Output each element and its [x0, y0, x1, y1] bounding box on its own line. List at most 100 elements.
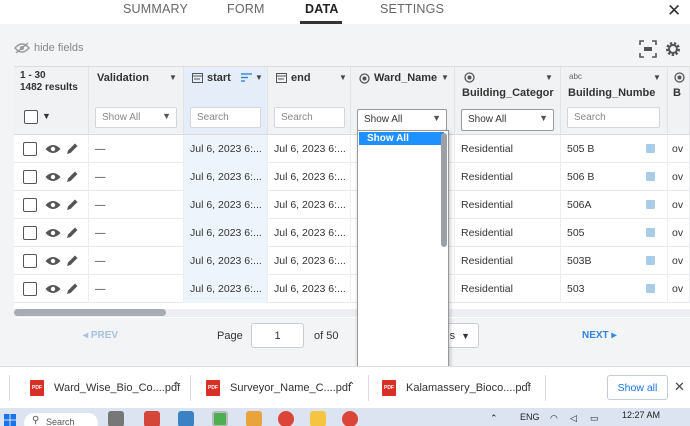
eye-icon[interactable] — [45, 200, 61, 210]
column-menu-caret-icon[interactable]: ▼ — [169, 73, 177, 82]
pencil-icon[interactable] — [66, 170, 79, 183]
select-all-checkbox[interactable] — [24, 110, 38, 124]
close-icon[interactable]: ✕ — [667, 1, 681, 21]
row-checkbox[interactable] — [23, 170, 37, 184]
column-menu-caret-icon[interactable]: ▼ — [441, 73, 449, 82]
column-menu-caret-icon[interactable]: ▼ — [339, 73, 347, 82]
chrome-icon[interactable] — [342, 411, 358, 426]
validation-cell: — — [89, 191, 184, 219]
windows-start-icon[interactable] — [4, 414, 16, 426]
image-thumb-icon[interactable] — [646, 172, 655, 181]
header-building-number[interactable]: abc ▼ Building_Numbe Search — [561, 67, 668, 135]
table-row[interactable]: — Jul 6, 2023 6:... Jul 6, 2023 6:... Resid… — [14, 163, 690, 191]
table-row[interactable]: — Jul 6, 2023 6:... Jul 6, 2023 6:... Resid… — [14, 219, 690, 247]
select-menu-caret-icon[interactable]: ▼ — [42, 111, 51, 121]
image-thumb-icon[interactable] — [646, 228, 655, 237]
header-ward-name[interactable]: Ward_Name ▼ Show All ▼ — [351, 67, 455, 135]
language-indicator[interactable]: ENG — [520, 412, 540, 422]
row-checkbox[interactable] — [23, 198, 37, 212]
chevron-up-icon[interactable]: ⌃ — [490, 413, 498, 424]
next-column-cell: ov — [668, 219, 690, 247]
app-icon[interactable] — [246, 411, 262, 426]
table-row[interactable]: — Jul 6, 2023 6:... Jul 6, 2023 6:... Resid… — [14, 275, 690, 303]
close-icon[interactable]: ✕ — [674, 379, 685, 395]
show-all-button[interactable]: Show all — [607, 375, 668, 400]
ward-name-filter-select[interactable]: Show All ▼ — [357, 109, 447, 131]
image-thumb-icon[interactable] — [646, 144, 655, 153]
row-checkbox[interactable] — [23, 142, 37, 156]
header-validation[interactable]: Validation ▼ Show All ▼ — [89, 67, 184, 135]
app-icon[interactable] — [144, 411, 160, 426]
eye-icon[interactable] — [45, 284, 61, 294]
chrome-icon[interactable] — [278, 411, 294, 426]
pencil-icon[interactable] — [66, 142, 79, 155]
validation-filter-select[interactable]: Show All ▼ — [95, 107, 177, 128]
ward-name-dropdown-list: Show All — [357, 130, 449, 382]
tab-data[interactable]: DATA — [305, 2, 339, 16]
gear-icon[interactable] — [664, 40, 682, 58]
header-end[interactable]: end ▼ Search — [268, 67, 351, 135]
download-item[interactable]: PDF Surveyor_Name_C....pdf — [206, 367, 351, 409]
header-start[interactable]: start ▼ Search — [184, 67, 268, 135]
image-thumb-icon[interactable] — [646, 284, 655, 293]
clock[interactable]: 12:27 AM — [622, 410, 660, 420]
pencil-icon[interactable] — [66, 254, 79, 267]
building-number-search-input[interactable]: Search — [567, 107, 660, 128]
eye-icon[interactable] — [45, 228, 61, 238]
header-next-column[interactable]: B — [668, 67, 690, 135]
taskbar-search-box[interactable]: ⚲ Search — [24, 413, 98, 426]
pdf-file-icon: PDF — [382, 380, 396, 396]
building-category-filter-select[interactable]: Show All ▼ — [461, 109, 554, 131]
eye-icon[interactable] — [45, 144, 61, 154]
end-cell: Jul 6, 2023 6:... — [268, 135, 351, 163]
battery-icon[interactable]: ▭ — [590, 413, 599, 424]
row-checkbox[interactable] — [23, 226, 37, 240]
column-menu-caret-icon[interactable]: ▼ — [653, 73, 661, 82]
download-item[interactable]: PDF Ward_Wise_Bio_Co....pdf — [30, 367, 180, 409]
table-row[interactable]: — Jul 6, 2023 6:... Jul 6, 2023 6:... Resid… — [14, 135, 690, 163]
table-row[interactable]: — Jul 6, 2023 6:... Jul 6, 2023 6:... Resid… — [14, 191, 690, 219]
app-icon[interactable] — [178, 411, 194, 426]
tab-summary[interactable]: SUMMARY — [123, 2, 188, 16]
column-menu-caret-icon[interactable]: ▼ — [255, 73, 263, 82]
hide-fields-button[interactable]: hide fields — [14, 42, 84, 54]
app-icon[interactable] — [212, 411, 228, 426]
chevron-up-icon[interactable]: ⌃ — [347, 381, 355, 392]
download-filename: Ward_Wise_Bio_Co....pdf — [54, 382, 181, 394]
task-view-icon[interactable] — [108, 411, 124, 426]
sort-icon[interactable] — [241, 73, 252, 82]
dropdown-scrollbar[interactable] — [441, 133, 447, 247]
prev-button[interactable]: ◂ PREV — [83, 330, 118, 341]
speaker-icon[interactable]: ◁ — [570, 413, 577, 424]
tab-form[interactable]: FORM — [227, 2, 265, 16]
table-row[interactable]: — Jul 6, 2023 6:... Jul 6, 2023 6:... Resid… — [14, 247, 690, 275]
eye-icon[interactable] — [45, 172, 61, 182]
folder-icon[interactable] — [310, 411, 326, 426]
page-number-input[interactable]: 1 — [251, 323, 304, 348]
pencil-icon[interactable] — [66, 198, 79, 211]
row-actions-cell — [14, 163, 89, 191]
image-thumb-icon[interactable] — [646, 200, 655, 209]
pencil-icon[interactable] — [66, 282, 79, 295]
pencil-icon[interactable] — [66, 226, 79, 239]
chevron-up-icon[interactable]: ⌃ — [524, 381, 532, 392]
column-menu-caret-icon[interactable]: ▼ — [545, 73, 553, 82]
row-checkbox[interactable] — [23, 254, 37, 268]
start-search-input[interactable]: Search — [190, 107, 261, 128]
dropdown-option-show-all[interactable]: Show All — [359, 132, 444, 145]
expand-icon[interactable] — [639, 40, 657, 58]
download-item[interactable]: PDF Kalamassery_Bioco....pdf — [382, 367, 531, 409]
column-label-next: B — [673, 87, 681, 99]
tab-settings[interactable]: SETTINGS — [380, 2, 444, 16]
chevron-up-icon[interactable]: ⌃ — [172, 381, 180, 392]
row-actions-cell — [14, 275, 89, 303]
image-thumb-icon[interactable] — [646, 256, 655, 265]
next-button[interactable]: NEXT ▸ — [582, 330, 616, 341]
download-filename: Surveyor_Name_C....pdf — [230, 382, 352, 394]
header-building-category[interactable]: ▼ Building_Categor Show All ▼ — [455, 67, 561, 135]
wifi-icon[interactable]: ◠ — [550, 413, 558, 424]
eye-icon[interactable] — [45, 256, 61, 266]
row-checkbox[interactable] — [23, 282, 37, 296]
end-search-input[interactable]: Search — [274, 107, 345, 128]
horizontal-scroll-thumb[interactable] — [14, 309, 166, 316]
